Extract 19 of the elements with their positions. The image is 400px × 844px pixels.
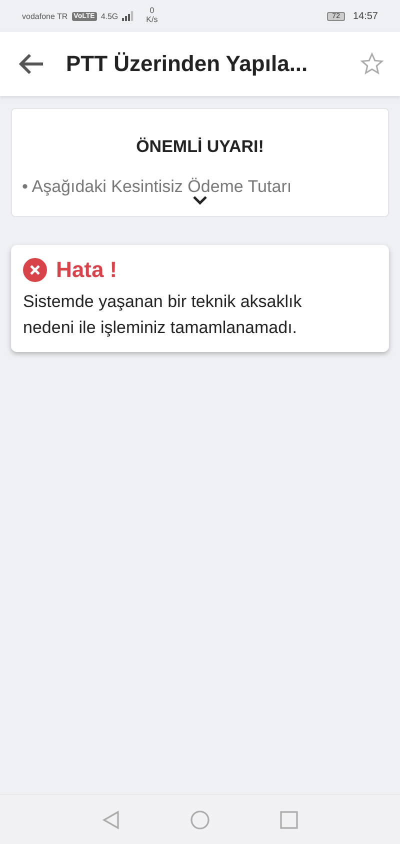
page-title: PTT Üzerinden Yapıla... bbox=[66, 51, 309, 77]
speed-unit: K/s bbox=[146, 16, 158, 25]
clock: 14:57 bbox=[352, 10, 378, 22]
error-title: Hata ! bbox=[56, 257, 118, 283]
signal-icon bbox=[122, 11, 134, 21]
carrier-name: vodafone TR bbox=[22, 12, 68, 20]
back-nav-icon[interactable] bbox=[102, 810, 120, 830]
network-type: 4.5G bbox=[100, 12, 118, 20]
back-arrow-icon[interactable] bbox=[18, 53, 44, 75]
star-icon[interactable] bbox=[360, 52, 384, 76]
notice-text: • Aşağıdaki Kesintisiz Ödeme Tutarı bbox=[22, 177, 292, 197]
recents-nav-icon[interactable] bbox=[280, 810, 298, 828]
home-nav-icon[interactable] bbox=[190, 810, 210, 830]
error-icon bbox=[23, 258, 47, 282]
chevron-icon[interactable] bbox=[192, 195, 208, 205]
notice-title: ÖNEMLİ UYARI! bbox=[136, 137, 264, 157]
speed-value: 0 bbox=[150, 7, 154, 16]
notice-card[interactable]: ÖNEMLİ UYARI! • Aşağıdaki Kesintisiz Ödeme Tutarı bbox=[11, 108, 389, 217]
error-message: Sistemde yaşanan bir teknik aksaklık nedeni ile işleminiz tamamlanamadı. bbox=[23, 291, 303, 339]
